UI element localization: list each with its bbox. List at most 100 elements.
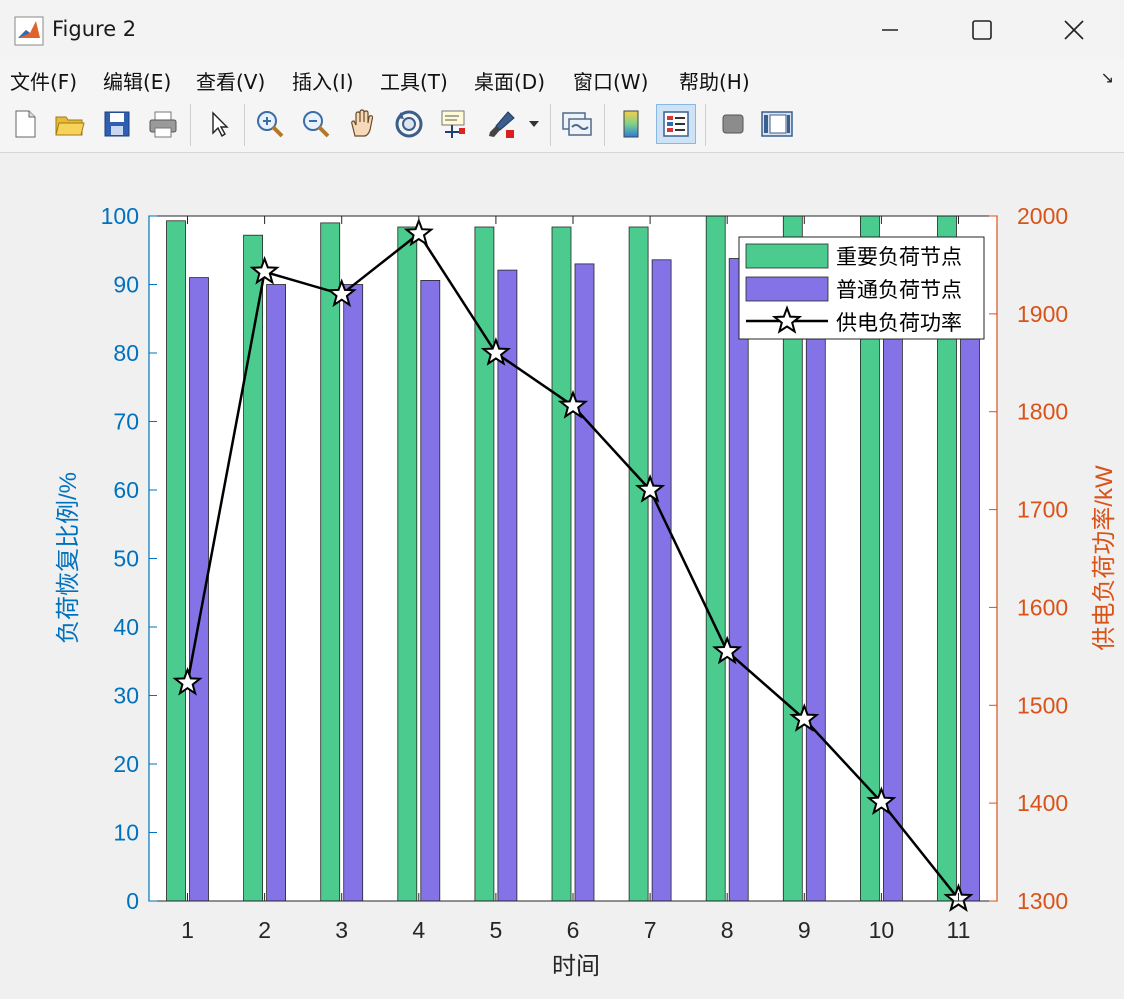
right-y-tick-label-1300: 1300 [1017, 888, 1068, 914]
zoom-in-button[interactable] [250, 104, 290, 144]
menu-file[interactable]: 文件(F) [10, 66, 77, 95]
pointer-icon [212, 111, 229, 138]
menu-desktop[interactable]: 桌面(D) [474, 66, 545, 95]
data-cursor-button[interactable] [435, 104, 475, 144]
left-y-tick-label-10: 10 [113, 820, 139, 846]
legend-label-power: 供电负荷功率 [836, 312, 962, 335]
x-tick-label-1: 1 [181, 917, 194, 943]
bar-important-6 [551, 226, 572, 902]
left-y-tick-label-60: 60 [113, 477, 139, 503]
menu-window[interactable]: 窗口(W) [573, 66, 648, 95]
minimize-icon [882, 29, 898, 31]
dock-arrow-icon[interactable]: ↘ [1101, 68, 1114, 87]
zoom-out-icon [303, 111, 330, 138]
menu-insert[interactable]: 插入(I) [292, 66, 354, 95]
bar-important-5 [474, 226, 495, 902]
bar-important-1 [166, 220, 186, 902]
bar-important-3 [320, 222, 341, 902]
colorbar-button[interactable] [611, 104, 651, 144]
right-y-tick-label-1600: 1600 [1017, 594, 1068, 620]
link-plot-icon [562, 112, 592, 136]
link-plot-button[interactable] [557, 104, 597, 144]
zoom-in-icon [257, 111, 284, 138]
left-y-tick-label-30: 30 [113, 683, 139, 709]
x-axis-label: 时间 [552, 953, 600, 980]
maximize-icon [972, 20, 992, 40]
left-y-tick-label-70: 70 [113, 409, 139, 435]
title-bar: Figure 2 [0, 0, 1124, 60]
hide-plot-tools-button[interactable] [713, 104, 753, 144]
bar-normal-8 [728, 258, 749, 902]
left-y-tick-label-80: 80 [113, 340, 139, 366]
legend-icon [663, 111, 689, 137]
new-file-icon [15, 110, 36, 138]
close-button[interactable] [1028, 0, 1120, 60]
open-folder-icon [55, 116, 85, 136]
x-tick-label-10: 10 [869, 917, 895, 943]
menu-view[interactable]: 查看(V) [196, 66, 265, 95]
left-y-tick-label-40: 40 [113, 614, 139, 640]
legend-swatch-normal [745, 276, 829, 302]
close-icon [1064, 20, 1084, 40]
x-tick-label-8: 8 [721, 917, 734, 943]
save-icon [104, 111, 130, 137]
brush-button[interactable] [482, 104, 522, 144]
legend-label-normal: 普通负荷节点 [836, 279, 962, 302]
right-y-axis-label: 供电负荷功率/kW [1091, 465, 1118, 651]
x-tick-label-11: 11 [947, 917, 971, 943]
left-y-tick-label-20: 20 [113, 751, 139, 777]
colorbar-icon [623, 110, 639, 138]
bar-important-7 [628, 226, 649, 902]
left-y-tick-label-90: 90 [113, 272, 139, 298]
open-button[interactable] [50, 104, 90, 144]
left-y-tick-label-0: 0 [126, 888, 139, 914]
legend-label-important: 重要负荷节点 [836, 246, 962, 269]
show-plot-tools-button[interactable] [757, 104, 797, 144]
hide-plot-tools-icon [722, 114, 744, 134]
menu-edit[interactable]: 编辑(E) [103, 66, 171, 95]
minimize-button[interactable] [844, 0, 936, 60]
bar-normal-11 [960, 263, 980, 902]
toolbar [0, 98, 1124, 153]
left-y-tick-label-50: 50 [113, 546, 139, 572]
brush-dropdown-button[interactable] [522, 104, 546, 144]
brush-icon [489, 111, 515, 138]
save-button[interactable] [97, 104, 137, 144]
right-y-tick-label-1400: 1400 [1017, 790, 1068, 816]
legend-button[interactable] [656, 104, 696, 144]
bar-normal-9 [805, 258, 826, 902]
bar-normal-2 [266, 284, 287, 902]
pan-hand-icon [351, 109, 374, 137]
menu-tools[interactable]: 工具(T) [380, 66, 448, 95]
pan-button[interactable] [342, 104, 382, 144]
menu-bar: 文件(F) 编辑(E) 查看(V) 插入(I) 工具(T) 桌面(D) 窗口(W… [0, 60, 1124, 98]
matlab-icon [14, 16, 44, 46]
show-plot-tools-icon [761, 111, 793, 137]
left-y-tick-label-100: 100 [101, 203, 139, 229]
legend-swatch-important [745, 243, 829, 269]
bar-important-4 [397, 226, 418, 902]
rotate-button[interactable] [389, 104, 429, 144]
menu-help[interactable]: 帮助(H) [679, 66, 750, 95]
legend[interactable]: 重要负荷节点 普通负荷节点 供电负荷功率 [738, 236, 985, 340]
new-file-button[interactable] [5, 104, 45, 144]
right-y-tick-label-1800: 1800 [1017, 399, 1068, 425]
bar-normal-7 [651, 259, 672, 902]
bar-normal-4 [420, 279, 441, 902]
window-title: Figure 2 [52, 17, 137, 41]
x-tick-label-6: 6 [567, 917, 580, 943]
pointer-button[interactable] [198, 104, 238, 144]
right-y-tick-label-1900: 1900 [1017, 301, 1068, 327]
x-tick-label-5: 5 [490, 917, 503, 943]
x-tick-label-3: 3 [335, 917, 348, 943]
print-button[interactable] [143, 104, 183, 144]
maximize-button[interactable] [936, 0, 1028, 60]
chevron-down-icon [529, 121, 539, 127]
chart-svg[interactable]: 1 2 3 4 5 6 7 8 9 10 11 0 10 20 30 40 50 60 70 80 90 100 130… [0, 153, 1124, 995]
right-y-tick-label-2000: 2000 [1017, 203, 1068, 229]
zoom-out-button[interactable] [296, 104, 336, 144]
x-tick-label-9: 9 [798, 917, 811, 943]
bar-normal-6 [574, 263, 595, 902]
right-y-tick-label-1700: 1700 [1017, 497, 1068, 523]
x-tick-label-2: 2 [258, 917, 271, 943]
